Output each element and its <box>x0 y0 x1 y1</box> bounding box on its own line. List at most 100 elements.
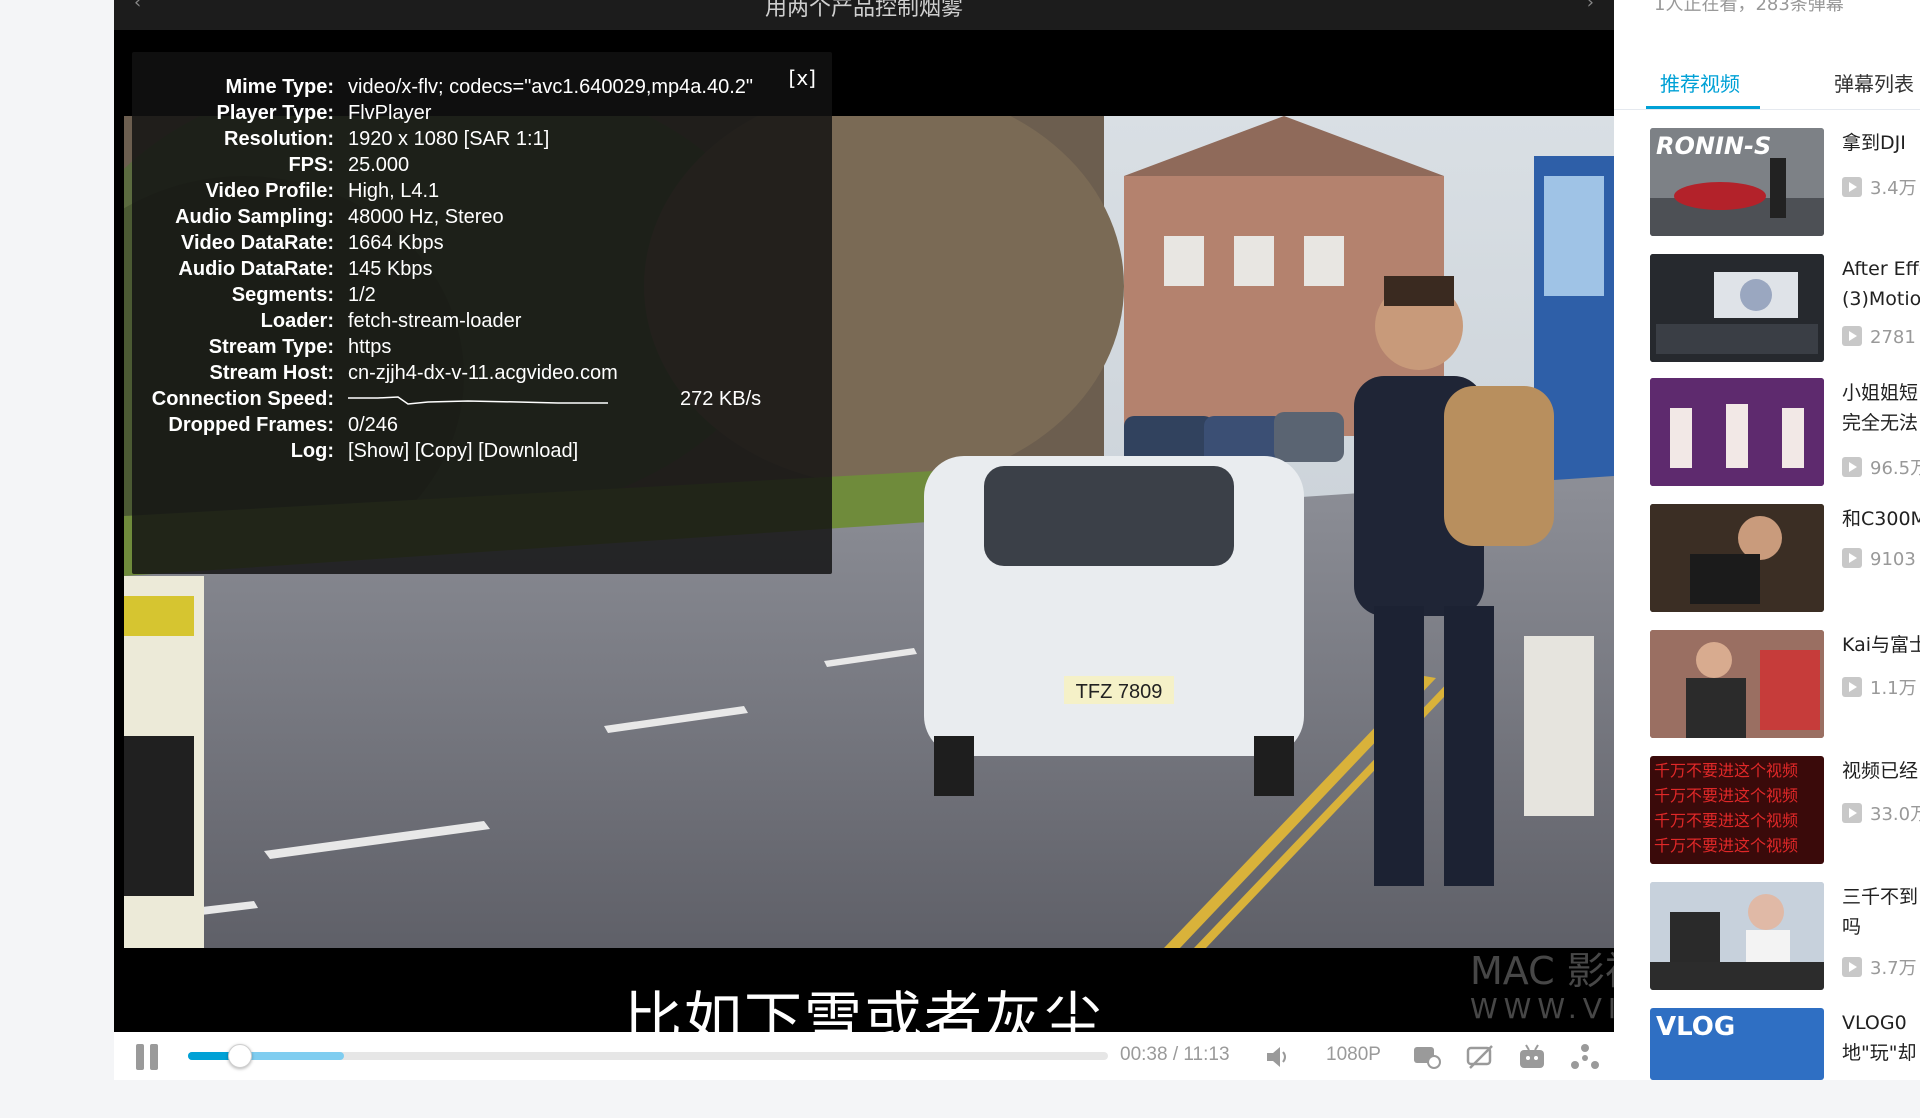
thumbnail-text: 千万不要进这个视频 千万不要进这个视频 千万不要进这个视频 千万不要进这个视频 <box>1654 758 1822 858</box>
stats-value: fetch-stream-loader <box>348 310 522 332</box>
current-time: 00:38 <box>1120 1044 1168 1065</box>
video-player[interactable]: ‹ 用两个产品控制烟雾 › TFZ 7809 [x] Mime Type: vi… <box>114 0 1643 1080</box>
play-count-icon <box>1842 803 1862 823</box>
play-count-value: 33.0万 <box>1870 804 1920 825</box>
thumbnail-text-line: 千万不要进这个视频 <box>1654 836 1799 855</box>
recommended-item[interactable]: 三千不到 吗 3.7万 <box>1614 882 1920 992</box>
stats-label: Resolution: <box>224 128 334 150</box>
play-count: 33.0万 <box>1842 800 1920 826</box>
stats-label: FPS: <box>288 154 334 176</box>
time-display: 00:38 / 11:13 <box>1120 1044 1230 1066</box>
tab-danmaku-list[interactable]: 弹幕列表 <box>1834 68 1914 97</box>
stats-label: Log: <box>290 440 334 462</box>
play-count-icon <box>1842 548 1862 568</box>
recommended-title[interactable]: 小姐姐短 完全无法 <box>1842 378 1920 442</box>
log-links: [Show] [Copy] [Download] <box>348 440 578 463</box>
video-thumbnail[interactable]: VLOG <box>1650 1008 1824 1080</box>
stats-value: High, L4.1 <box>348 180 440 202</box>
player-control-bar: 00:38 / 11:13 1080P <box>114 1032 1614 1080</box>
play-count-icon <box>1842 457 1862 477</box>
thumbnail-text-line: 千万不要进这个视频 <box>1654 761 1799 780</box>
log-download-link[interactable]: [Download] <box>478 440 578 462</box>
video-thumbnail[interactable]: 千万不要进这个视频 千万不要进这个视频 千万不要进这个视频 千万不要进这个视频 <box>1650 756 1824 864</box>
play-count-value: 9103 <box>1870 549 1916 570</box>
tv-icon[interactable] <box>1518 1043 1546 1071</box>
stats-value: 1920 x 1080 [SAR 1:1] <box>348 128 550 150</box>
sidebar-tabs: 推荐视频 弹幕列表 <box>1614 54 1920 110</box>
stats-value: video/x-flv; codecs="avc1.640029,mp4a.40… <box>348 76 753 98</box>
play-count: 96.5万 <box>1842 454 1920 480</box>
play-count: 1.1万 <box>1842 674 1917 700</box>
stats-value: 145 Kbps <box>348 258 433 280</box>
stats-label: Audio DataRate: <box>178 258 334 280</box>
svg-text:TFZ 7809: TFZ 7809 <box>1076 681 1163 703</box>
recommended-title[interactable]: After Effe (3)Motio <box>1842 254 1920 318</box>
duration: 11:13 <box>1183 1044 1230 1065</box>
play-count-value: 2781 <box>1870 327 1916 348</box>
play-count-value: 96.5万 <box>1870 458 1920 479</box>
stats-value: 1/2 <box>348 284 376 306</box>
video-thumbnail[interactable] <box>1650 378 1824 486</box>
play-count-icon <box>1842 957 1862 977</box>
recommended-item[interactable]: RONIN-S 拿到DJI 3.4万 <box>1614 128 1920 238</box>
play-count: 3.7万 <box>1842 954 1917 980</box>
stats-label: Stream Type: <box>208 336 334 358</box>
video-title: 用两个产品控制烟雾 <box>764 0 963 21</box>
stats-label: Audio Sampling: <box>175 206 334 228</box>
danmaku-settings-icon[interactable] <box>1412 1044 1442 1070</box>
play-count: 2781 <box>1842 326 1916 348</box>
danmaku-toggle-icon[interactable] <box>1466 1044 1496 1070</box>
play-count-value: 3.4万 <box>1870 178 1917 199</box>
progress-thumb[interactable] <box>228 1044 253 1068</box>
progress-bar[interactable] <box>188 1044 1108 1068</box>
stats-value: 48000 Hz, Stereo <box>348 206 504 228</box>
time-separator: / <box>1172 1044 1179 1065</box>
log-show-link[interactable]: [Show] <box>348 440 409 462</box>
stats-row-log: Log: [Show] [Copy] [Download] <box>132 440 832 470</box>
thumbnail-text: VLOG <box>1656 1012 1736 1042</box>
recommended-item[interactable]: After Effe (3)Motio 2781 <box>1614 254 1920 364</box>
recommended-item[interactable]: 和C300M 9103 <box>1614 504 1920 614</box>
tab-recommended-videos[interactable]: 推荐视频 <box>1660 68 1740 97</box>
stats-label: Stream Host: <box>209 362 334 384</box>
stats-label: Mime Type: <box>225 76 334 98</box>
video-thumbnail[interactable] <box>1650 882 1824 990</box>
play-count: 3.4万 <box>1842 174 1917 200</box>
video-thumbnail[interactable] <box>1650 504 1824 612</box>
viewer-count: 1人正在看，283条弹幕 <box>1654 0 1844 15</box>
recommended-title[interactable]: 三千不到 吗 <box>1842 882 1920 946</box>
play-count-icon <box>1842 177 1862 197</box>
stats-value: 272 KB/s <box>680 388 762 410</box>
recommended-item[interactable]: 千万不要进这个视频 千万不要进这个视频 千万不要进这个视频 千万不要进这个视频 … <box>1614 756 1920 866</box>
pause-icon[interactable] <box>132 1042 162 1072</box>
network-icon[interactable] <box>1570 1043 1600 1071</box>
recommended-item[interactable]: VLOG VLOG0 地"玩"却 <box>1614 1008 1920 1118</box>
active-tab-indicator <box>1646 106 1760 109</box>
recommended-item[interactable]: 小姐姐短 完全无法 96.5万 <box>1614 378 1920 488</box>
quality-selector[interactable]: 1080P <box>1326 1044 1381 1066</box>
stats-label: Loader: <box>260 310 334 332</box>
volume-icon[interactable] <box>1264 1044 1290 1070</box>
player-title-bar: ‹ 用两个产品控制烟雾 › <box>114 0 1614 30</box>
video-thumbnail[interactable] <box>1650 630 1824 738</box>
video-thumbnail[interactable] <box>1650 254 1824 362</box>
thumbnail-text-line: 千万不要进这个视频 <box>1654 786 1799 805</box>
nav-right-icon[interactable]: › <box>1587 0 1594 13</box>
recommended-item[interactable]: Kai与富士 1.1万 <box>1614 630 1920 740</box>
thumbnail-text-line: 千万不要进这个视频 <box>1654 811 1799 830</box>
stats-label: Video Profile: <box>205 180 334 202</box>
stats-value: 25.000 <box>348 154 410 176</box>
play-count: 9103 <box>1842 548 1916 570</box>
stats-value: 0/246 <box>348 414 399 436</box>
recommended-title[interactable]: VLOG0 地"玩"却 <box>1842 1008 1920 1072</box>
stats-value: cn-zjjh4-dx-v-11.acgvideo.com <box>348 362 618 384</box>
connection-speed-graph <box>348 396 608 405</box>
video-thumbnail[interactable]: RONIN-S <box>1650 128 1824 236</box>
video-stats-panel: [x] Mime Type: video/x-flv; codecs="avc1… <box>132 52 832 574</box>
play-count-icon <box>1842 677 1862 697</box>
sidebar: 1人正在看，283条弹幕 推荐视频 弹幕列表 RONIN-S 拿到DJI 3.4… <box>1614 0 1920 1080</box>
log-copy-link[interactable]: [Copy] <box>415 440 473 462</box>
play-count-value: 1.1万 <box>1870 678 1917 699</box>
play-count-value: 3.7万 <box>1870 958 1917 979</box>
play-count-icon <box>1842 326 1862 346</box>
